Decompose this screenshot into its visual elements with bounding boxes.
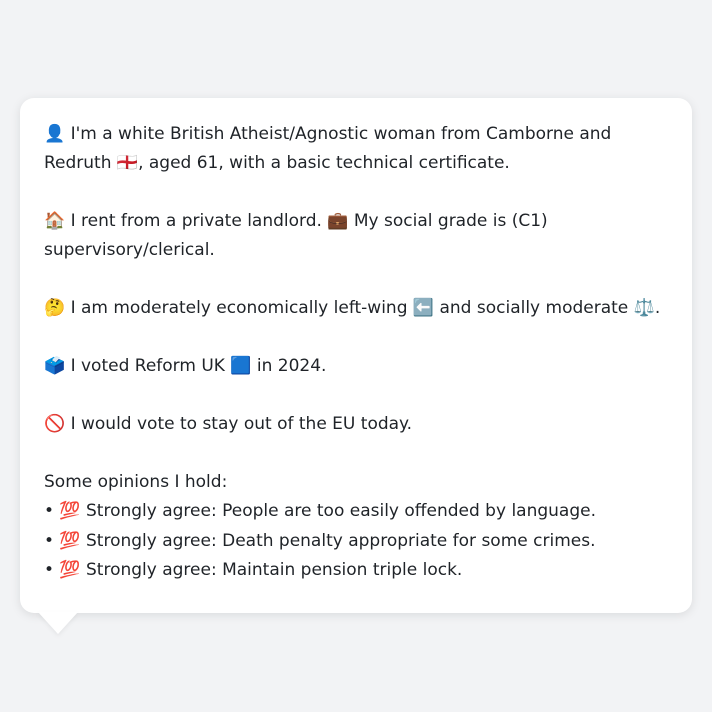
bubble-tail bbox=[38, 612, 78, 634]
persona-message-bubble: 👤 I'm a white British Atheist/Agnostic w… bbox=[20, 98, 692, 613]
opinions-heading: Some opinions I hold: bbox=[44, 472, 228, 492]
opinion-item: • 💯 Strongly agree: Death penalty approp… bbox=[44, 530, 596, 551]
identity-text: 👤 I'm a white British Atheist/Agnostic w… bbox=[44, 124, 612, 173]
opinions-list: • 💯 Strongly agree: People are too easil… bbox=[44, 497, 668, 586]
vote-2024-text: 🗳️ I voted Reform UK 🟦 in 2024. bbox=[44, 356, 327, 376]
opinion-item: • 💯 Strongly agree: People are too easil… bbox=[44, 501, 596, 521]
ideology-text: 🤔 I am moderately economically left-wing… bbox=[44, 298, 661, 318]
opinion-item: • 💯 Strongly agree: Maintain pension tri… bbox=[44, 560, 463, 580]
eu-stance-text: 🚫 I would vote to stay out of the EU tod… bbox=[44, 414, 413, 434]
housing-text: 🏠 I rent from a private landlord. 💼 My s… bbox=[44, 211, 548, 260]
